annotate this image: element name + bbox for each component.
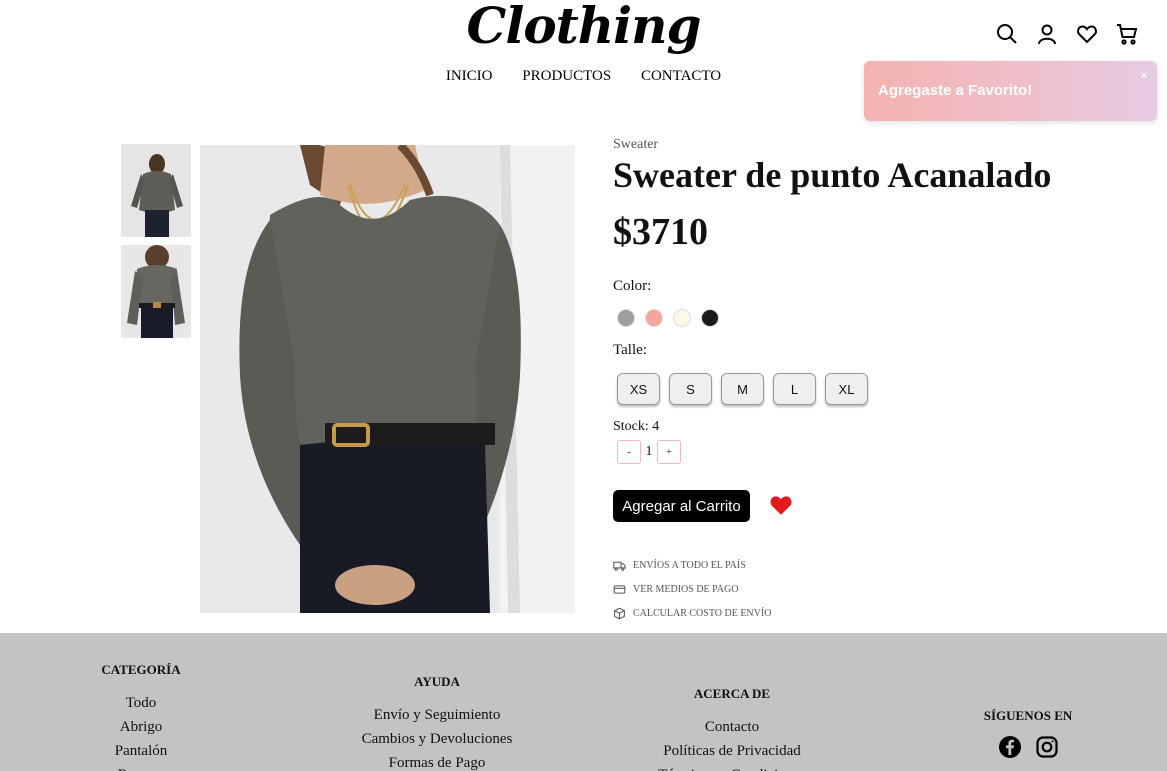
stock-count: Stock: 4 [613,419,660,434]
box-icon [614,607,625,620]
toast-message: Agregaste a Favorito! [878,82,1033,99]
search-icon[interactable] [995,22,1019,46]
footer-acerca: ACERCA DE Contacto Políticas de Privacid… [632,686,832,771]
thumbnail-2[interactable] [121,245,191,338]
size-button-xl[interactable]: XL [825,373,868,405]
favorite-heart-icon[interactable] [768,492,794,518]
favorite-toast: Agregaste a Favorito! × [864,61,1157,121]
footer: CATEGORÍA Todo Abrigo Pantalón Remera AY… [0,633,1167,771]
footer-link-contacto[interactable]: Contacto [632,715,832,739]
product-title: Sweater de punto Acanalado [613,155,1052,195]
product-price: $3710 [613,211,708,253]
footer-acerca-title: ACERCA DE [693,686,771,701]
color-swatches [617,309,719,327]
footer-link-abrigo[interactable]: Abrigo [41,715,241,739]
footer-link-formas-pago[interactable]: Formas de Pago [337,751,537,771]
instagram-icon[interactable] [1035,735,1059,759]
footer-link-todo[interactable]: Todo [41,691,241,715]
quantity-increase-button[interactable]: + [657,440,681,464]
info-shipping-cost[interactable]: Calcular costo de envío [613,607,771,620]
toast-close-button[interactable]: × [1140,67,1148,83]
footer-siguenos-title: SÍGUENOS EN [983,708,1073,723]
card-icon [613,585,626,594]
thumbnail-1[interactable] [121,144,191,237]
facebook-icon[interactable] [998,735,1022,759]
color-swatch-black[interactable] [701,309,719,327]
color-swatch-cream[interactable] [673,309,691,327]
color-swatch-pink[interactable] [645,309,663,327]
footer-link-remera[interactable]: Remera [41,763,241,771]
footer-ayuda: AYUDA Envío y Seguimiento Cambios y Devo… [337,674,537,771]
quantity-value: 1 [645,444,653,459]
info-payment[interactable]: Ver medios de pago [613,583,738,596]
nav-inicio[interactable]: INICIO [446,68,493,85]
header-icons [995,22,1139,46]
footer-categoria-title: CATEGORÍA [101,662,181,677]
info-shipping-text: Envíos a todo el país [633,560,746,571]
footer-link-cambios[interactable]: Cambios y Devoluciones [337,727,537,751]
color-swatch-gray[interactable] [617,309,635,327]
size-label: Talle: [613,342,647,358]
size-button-s[interactable]: S [669,373,712,405]
info-shipping-cost-text: Calcular costo de envío [633,608,772,619]
info-payment-text: Ver medios de pago [633,584,739,595]
color-label: Color: [613,278,652,294]
footer-siguenos: SÍGUENOS EN [928,708,1128,759]
truck-icon [613,561,626,571]
size-options: XS S M L XL [617,373,868,405]
site-logo[interactable]: Clothing [0,0,1167,55]
nav-productos[interactable]: PRODUCTOS [522,68,611,85]
heart-icon[interactable] [1075,22,1099,46]
footer-link-envio[interactable]: Envío y Seguimiento [337,703,537,727]
quantity-stepper: - 1 + [617,440,681,464]
product-main-image [200,145,575,613]
footer-categoria: CATEGORÍA Todo Abrigo Pantalón Remera [41,662,241,771]
product-category[interactable]: Sweater [613,137,658,153]
footer-link-pantalon[interactable]: Pantalón [41,739,241,763]
add-to-cart-button[interactable]: Agregar al Carrito [613,490,750,522]
footer-ayuda-title: AYUDA [414,674,460,689]
footer-link-terminos[interactable]: Términos y Condiciones [632,763,832,771]
size-button-xs[interactable]: XS [617,373,660,405]
social-icons [928,735,1128,759]
quantity-decrease-button[interactable]: - [617,440,641,464]
size-button-l[interactable]: L [773,373,816,405]
footer-link-privacidad[interactable]: Políticas de Privacidad [632,739,832,763]
info-shipping[interactable]: Envíos a todo el país [613,559,746,572]
user-icon[interactable] [1035,22,1059,46]
nav-contacto[interactable]: CONTACTO [641,68,721,85]
size-button-m[interactable]: M [721,373,764,405]
cart-icon[interactable] [1115,22,1139,46]
